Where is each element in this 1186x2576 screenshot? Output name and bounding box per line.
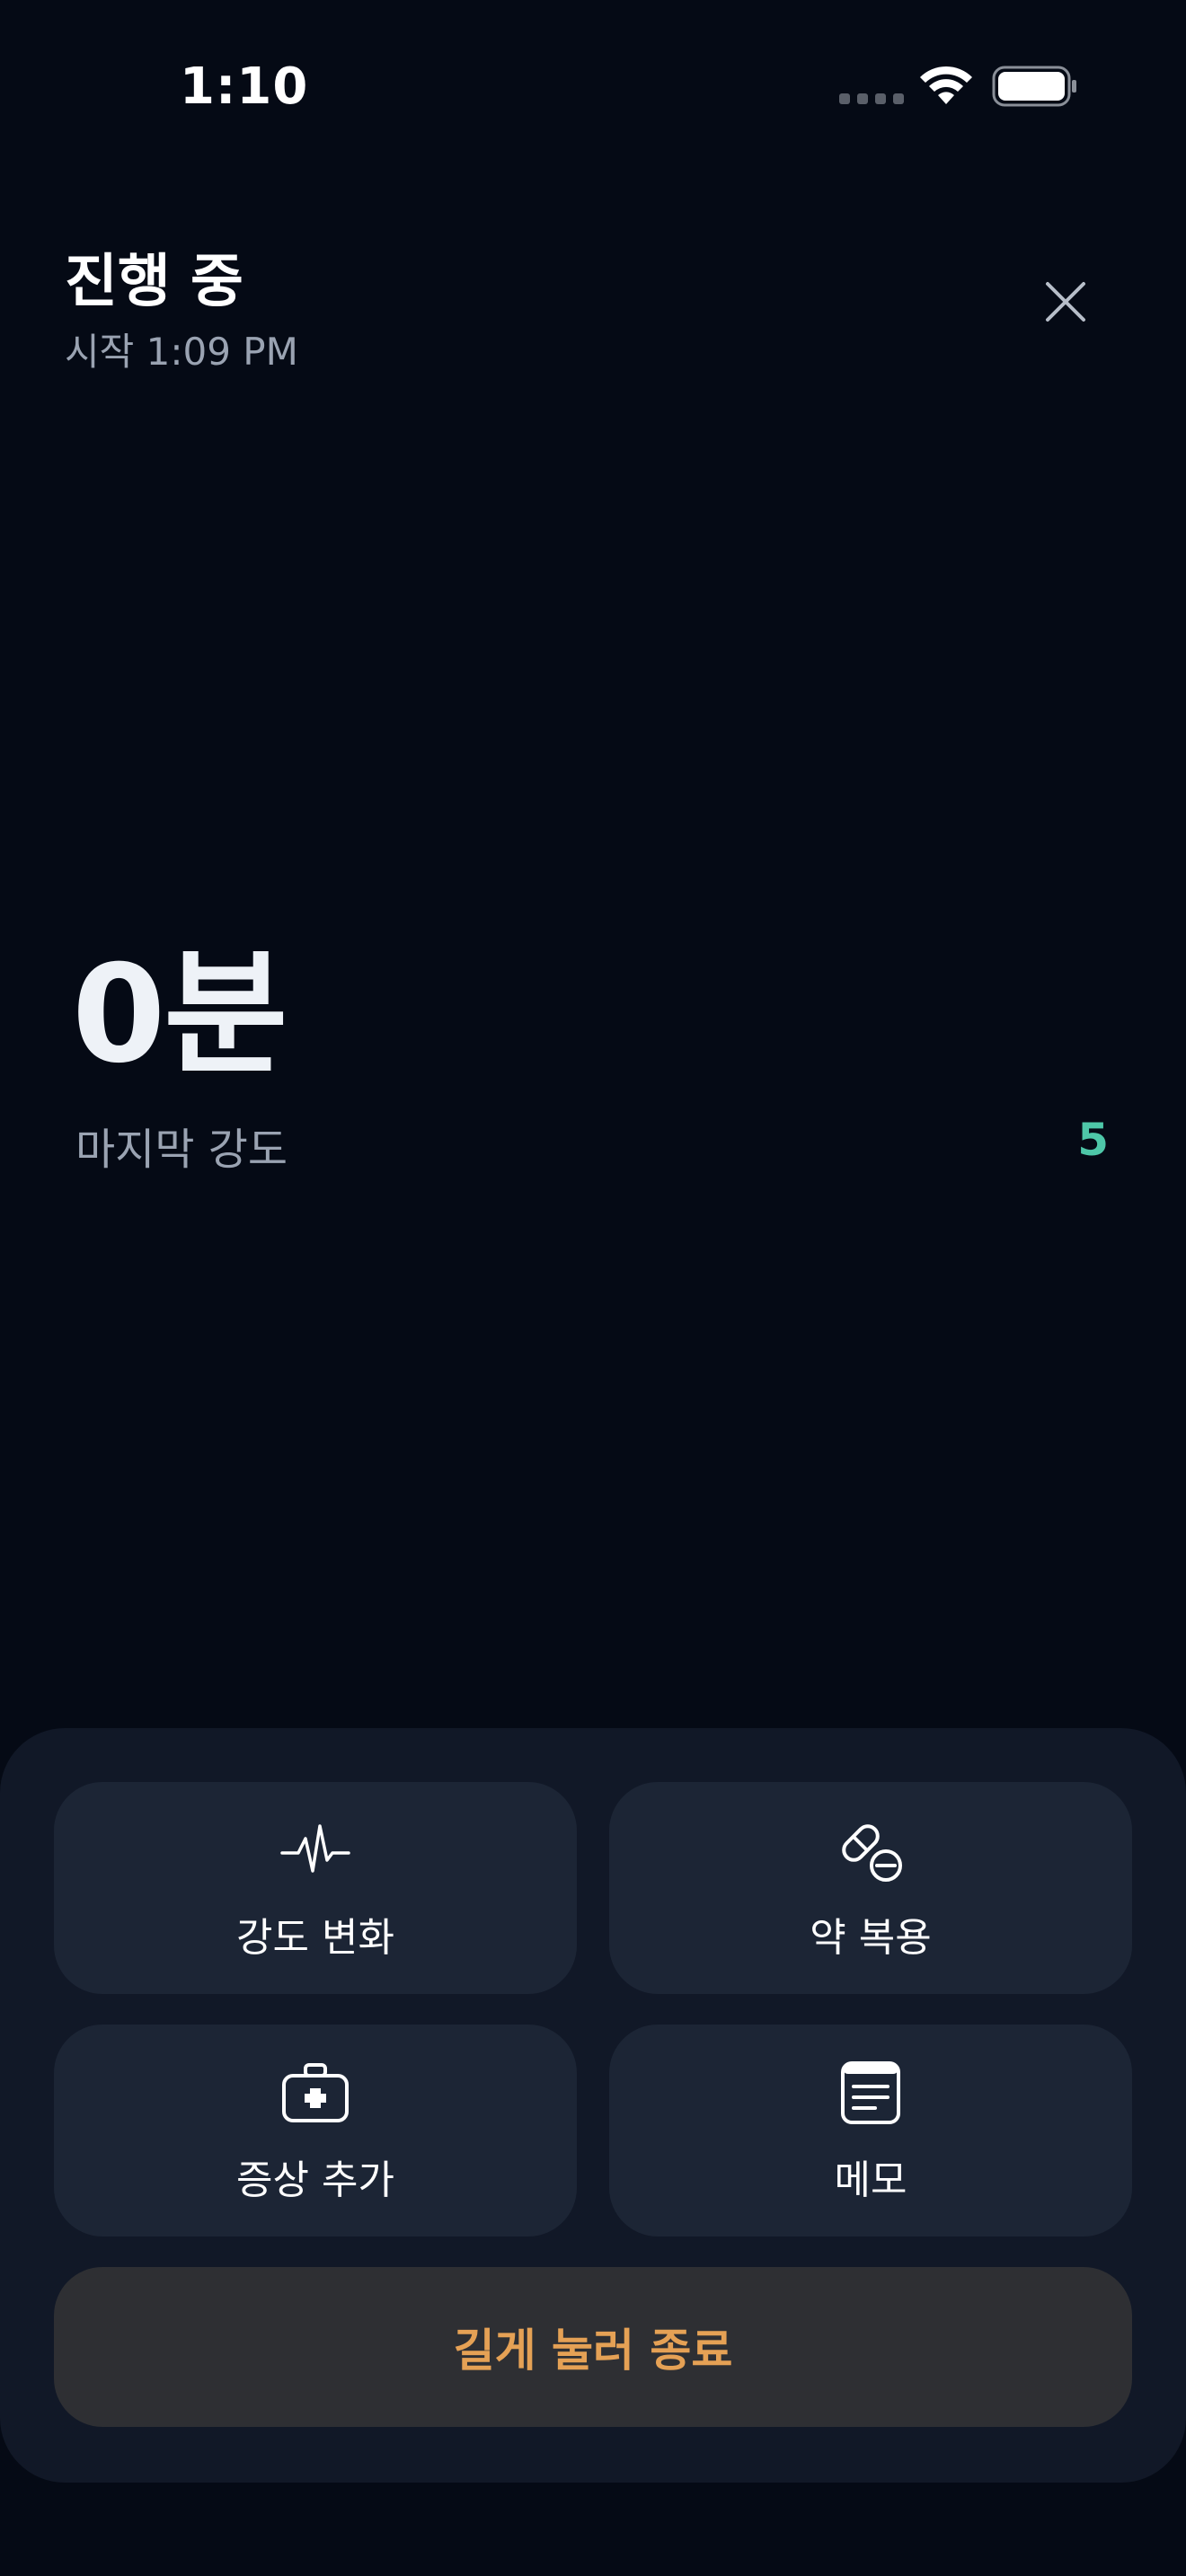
heartbeat-icon bbox=[280, 1824, 350, 1873]
session-start-time: 시작 1:09 PM bbox=[65, 330, 298, 374]
memo-button[interactable]: 메모 bbox=[609, 2025, 1132, 2236]
wifi-icon bbox=[920, 66, 972, 104]
battery-icon bbox=[992, 66, 1076, 107]
status-bar: 1:10 bbox=[0, 0, 1186, 180]
last-intensity-value: 5 bbox=[1077, 1114, 1109, 1166]
action-label: 강도 변화 bbox=[236, 1915, 394, 1961]
screen: 1:10 진행 중 시작 1:09 PM 0분 마지막 강도 5 강도 변화 약… bbox=[0, 0, 1186, 2576]
last-intensity-label: 마지막 강도 bbox=[75, 1125, 288, 1175]
end-button-label: 길게 눌러 종료 bbox=[453, 2325, 733, 2377]
action-label: 약 복용 bbox=[810, 1915, 932, 1961]
status-time: 1:10 bbox=[180, 57, 309, 116]
session-title: 진행 중 bbox=[65, 249, 243, 315]
pill-icon bbox=[842, 1824, 902, 1882]
close-button[interactable] bbox=[1033, 269, 1098, 334]
action-label: 증상 추가 bbox=[236, 2157, 394, 2203]
add-symptom-button[interactable]: 증상 추가 bbox=[54, 2025, 577, 2236]
long-press-end-button[interactable]: 길게 눌러 종료 bbox=[54, 2267, 1132, 2427]
action-panel: 강도 변화 약 복용 증상 추가 메모 길게 눌러 종료 bbox=[0, 1728, 1186, 2483]
close-icon bbox=[1046, 282, 1085, 322]
note-icon bbox=[841, 2061, 900, 2124]
action-label: 메모 bbox=[834, 2157, 907, 2203]
cellular-signal-icon bbox=[839, 93, 904, 104]
intensity-change-button[interactable]: 강도 변화 bbox=[54, 1782, 577, 1994]
first-aid-kit-icon bbox=[282, 2063, 349, 2122]
elapsed-time: 0분 bbox=[72, 937, 288, 1093]
take-medication-button[interactable]: 약 복용 bbox=[609, 1782, 1132, 1994]
